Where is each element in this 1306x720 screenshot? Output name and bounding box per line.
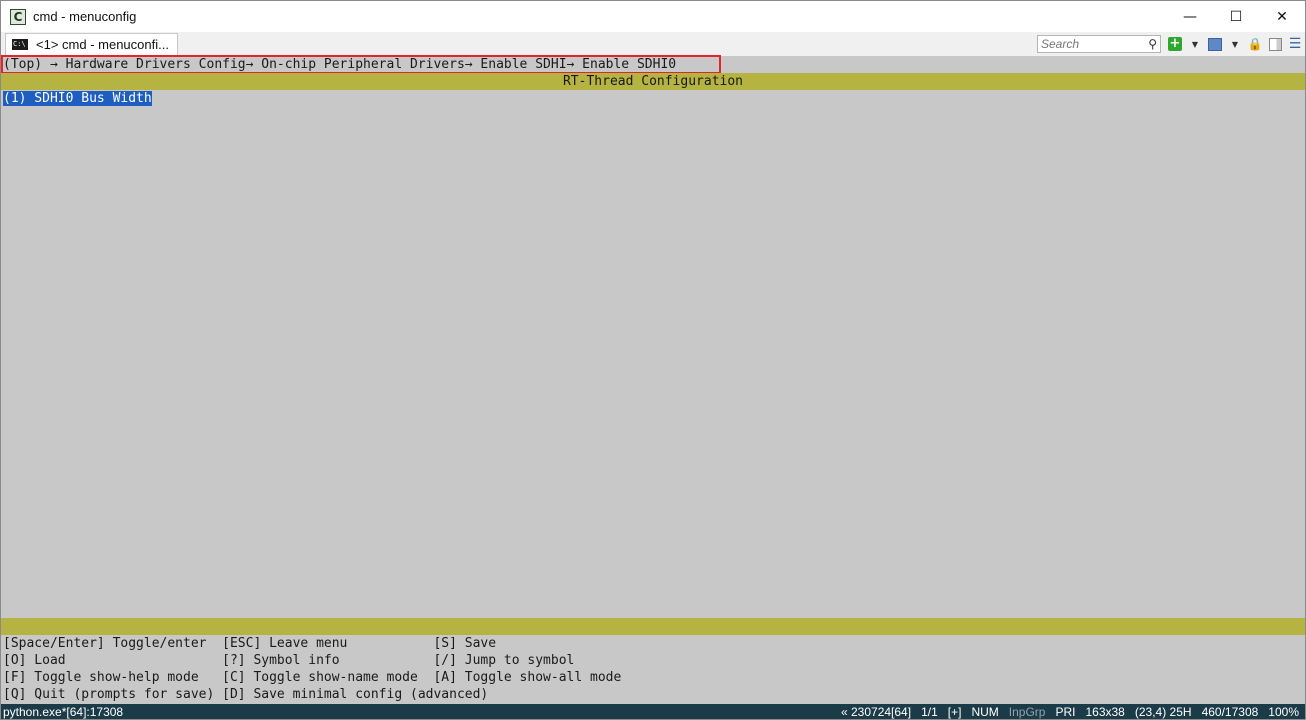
selected-item-label: (1) SDHI0 Bus Width	[3, 91, 152, 106]
menu-item-sdhi0-bus-width[interactable]: (1) SDHI0 Bus Width	[3, 90, 152, 107]
panel-icon	[1208, 37, 1222, 51]
tab-label: <1> cmd - menuconfi...	[36, 37, 169, 52]
new-console-dropdown[interactable]: ▼	[1186, 35, 1204, 53]
close-button[interactable]: ✕	[1259, 1, 1305, 32]
status-num[interactable]: NUM	[971, 705, 998, 719]
hamburger-menu-icon: ☰	[1288, 36, 1302, 52]
status-right-group: « 230724[64] 1/1 [+] NUM InpGrp PRI 163x…	[831, 704, 1299, 719]
status-bar: python.exe*[64]:17308 « 230724[64] 1/1 […	[1, 704, 1305, 719]
status-page[interactable]: 1/1	[921, 705, 938, 719]
search-icon[interactable]: ⚲	[1148, 37, 1157, 51]
close-icon: ✕	[1276, 8, 1288, 25]
plus-icon: +	[1168, 36, 1182, 51]
chevron-down-icon: ▼	[1231, 39, 1239, 49]
status-zoom[interactable]: 100%	[1268, 705, 1299, 719]
status-pri[interactable]: PRI	[1055, 705, 1075, 719]
status-lines[interactable]: 460/17308	[1202, 705, 1259, 719]
chevron-down-icon: ▼	[1191, 39, 1199, 49]
split-dropdown[interactable]: ▼	[1226, 35, 1244, 53]
status-build[interactable]: « 230724[64]	[841, 705, 911, 719]
tab-cmd-menuconfig[interactable]: C:\ <1> cmd - menuconfi...	[5, 33, 178, 55]
status-inpgrp[interactable]: InpGrp	[1009, 705, 1046, 719]
help-line: [Space/Enter] Toggle/enter [ESC] Leave m…	[3, 636, 497, 651]
status-cursor[interactable]: (23,4) 25H	[1135, 705, 1192, 719]
search-placeholder: Search	[1041, 37, 1080, 51]
search-input[interactable]: Search ⚲	[1037, 35, 1161, 53]
conemu-app-icon[interactable]: C	[10, 8, 26, 25]
help-line: [Q] Quit (prompts for save) [D] Save min…	[3, 687, 489, 702]
title-bar[interactable]: C cmd - menuconfig — ☐ ✕	[1, 1, 1305, 32]
menu-button[interactable]: ☰	[1286, 35, 1304, 53]
pane-button[interactable]	[1266, 35, 1284, 53]
terminal-area[interactable]: (Top) → Hardware Drivers Config→ On-chip…	[1, 55, 1305, 704]
window-title: cmd - menuconfig	[33, 9, 137, 24]
lock-button[interactable]: 🔒	[1246, 35, 1264, 53]
config-title-bar: RT-Thread Configuration	[1, 73, 1305, 90]
maximize-icon: ☐	[1229, 8, 1243, 25]
console-window: C cmd - menuconfig — ☐ ✕ C:\ <1> cmd - m…	[0, 0, 1306, 720]
maximize-button[interactable]: ☐	[1213, 1, 1259, 32]
help-line: [F] Toggle show-help mode [C] Toggle sho…	[3, 670, 622, 685]
split-button[interactable]	[1206, 35, 1224, 53]
console-icon: C:\	[12, 39, 28, 50]
toolbar: Search ⚲ + ▼ ▼ 🔒 ☰	[1037, 32, 1305, 56]
minimize-button[interactable]: —	[1167, 1, 1213, 32]
window-controls: — ☐ ✕	[1167, 1, 1305, 32]
status-plus[interactable]: [+]	[948, 705, 962, 719]
breadcrumb-highlight-box	[1, 55, 721, 74]
tab-bar: C:\ <1> cmd - menuconfi... Search ⚲ + ▼ …	[1, 32, 1305, 56]
lock-icon: 🔒	[1247, 37, 1263, 51]
minimize-icon: —	[1183, 8, 1197, 25]
status-process[interactable]: python.exe*[64]:17308	[3, 705, 123, 719]
help-line: [O] Load [?] Symbol info [/] Jump to sym…	[3, 653, 575, 668]
footer-separator	[1, 618, 1305, 635]
pane-icon	[1268, 37, 1282, 51]
status-size[interactable]: 163x38	[1085, 705, 1124, 719]
new-console-button[interactable]: +	[1166, 35, 1184, 53]
